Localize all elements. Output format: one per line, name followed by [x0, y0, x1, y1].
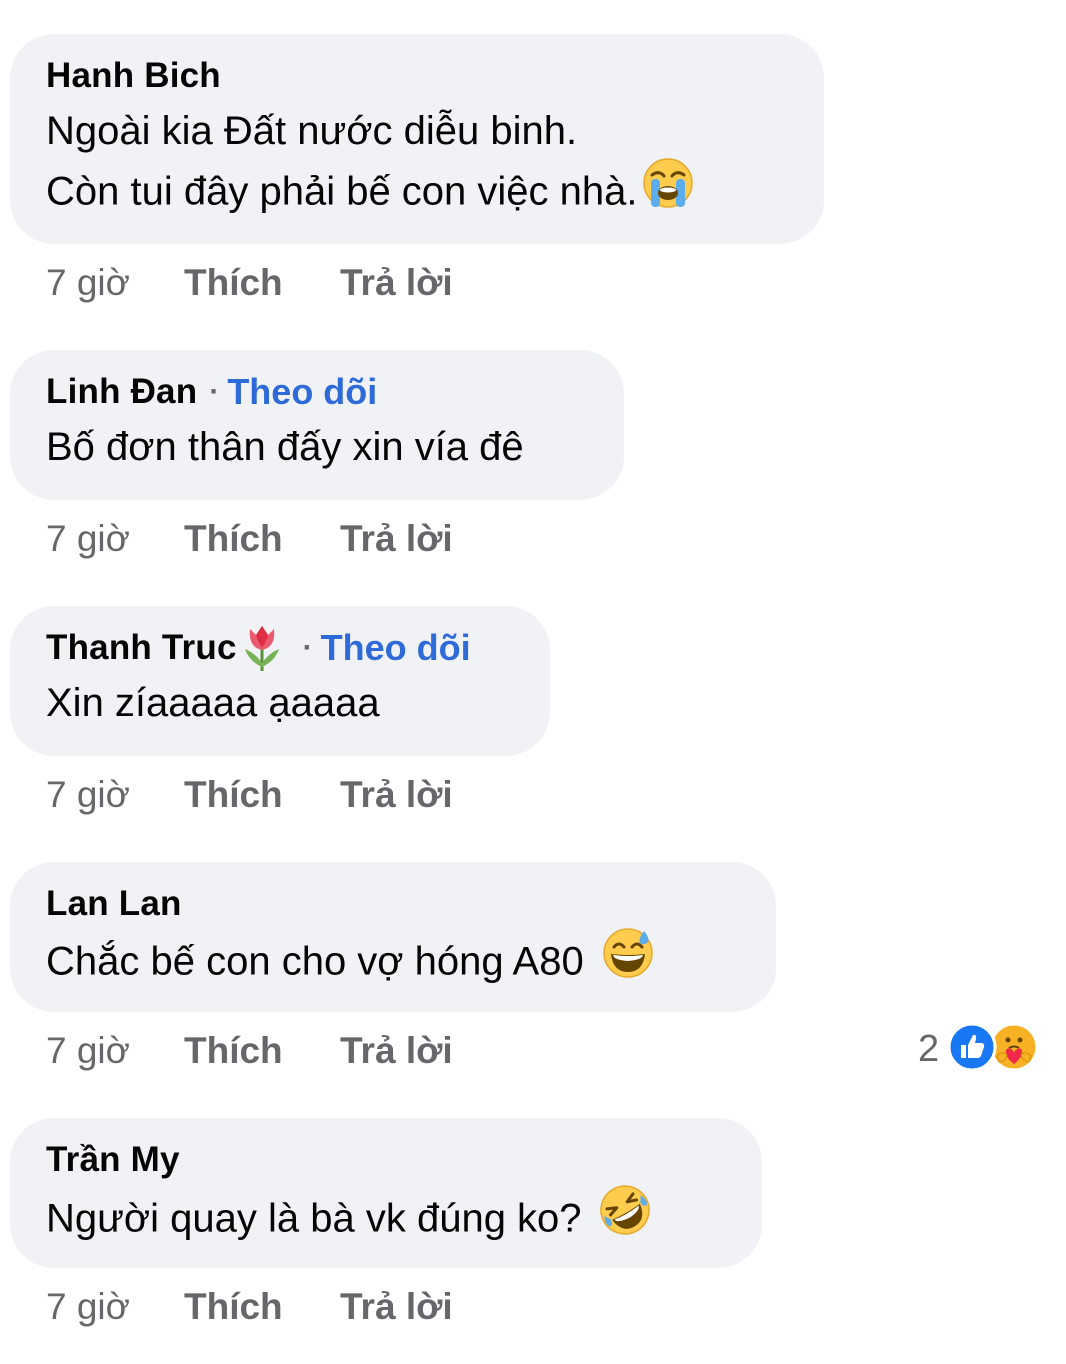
comment-author[interactable]: Linh Đan: [46, 372, 197, 412]
reply-button[interactable]: Trả lời: [340, 1286, 453, 1328]
comment-author[interactable]: Lan Lan: [46, 884, 182, 924]
comment-bubble[interactable]: Trần My Người quay là bà vk đúng ko?: [10, 1118, 762, 1268]
comment: Linh Đan · Theo dõi Bố đơn thân đấy xin …: [10, 350, 624, 559]
comment: Hanh Bich Ngoài kia Đất nước diễu binh. …: [10, 34, 824, 303]
comment-text: Người quay là bà vk đúng ko?: [46, 1183, 724, 1256]
comment-text-line: Còn tui đây phải bế con việc nhà.: [46, 157, 786, 228]
follow-button[interactable]: Theo dõi: [321, 627, 471, 669]
comment-text-line: Xin zíaaaaa ạaaaa: [46, 681, 380, 725]
comment-text-line-content: Chắc bế con cho vợ hóng A80: [46, 939, 584, 984]
like-button[interactable]: Thích: [184, 1030, 340, 1072]
reply-button[interactable]: Trả lời: [340, 262, 453, 304]
comment-actions: 7 giờ Thích Trả lời: [46, 1286, 453, 1328]
separator-dot: ·: [209, 375, 220, 408]
comment-time[interactable]: 7 giờ: [46, 1030, 184, 1072]
comment-text-line: Người quay là bà vk đúng ko?: [46, 1183, 724, 1256]
reply-button[interactable]: Trả lời: [340, 774, 453, 816]
follow-button[interactable]: Theo dõi: [227, 371, 377, 413]
comment-actions: 7 giờ Thích Trả lời: [46, 1030, 453, 1072]
comment-bubble[interactable]: Thanh Truc · Theo dõi Xin zíaaaaa ạaaaa: [10, 606, 550, 756]
grinning-sweat-face-icon: [602, 927, 654, 995]
comment-actions: 7 giờ Thích Trả lời: [46, 774, 453, 816]
like-reaction-icon: [947, 1022, 997, 1077]
reply-button[interactable]: Trả lời: [340, 518, 453, 560]
comment-author[interactable]: Trần My: [46, 1140, 180, 1180]
comment-text-line: Chắc bế con cho vợ hóng A80: [46, 927, 738, 998]
comment: Trần My Người quay là bà vk đúng ko? 7 g…: [10, 1118, 762, 1327]
comment-author[interactable]: Hanh Bich: [46, 56, 221, 96]
comment-time[interactable]: 7 giờ: [46, 262, 184, 304]
comment-text: Bố đơn thân đấy xin vía đê: [46, 418, 586, 476]
comment-text: Chắc bế con cho vợ hóng A80: [46, 927, 738, 998]
comment-bubble[interactable]: Lan Lan Chắc bế con cho vợ hóng A80: [10, 862, 776, 1012]
comment-actions: 7 giờ Thích Trả lời: [46, 518, 453, 560]
reaction-summary[interactable]: 2: [918, 1022, 1039, 1077]
tulip-icon: [239, 623, 285, 678]
like-button[interactable]: Thích: [184, 518, 340, 560]
comment-bubble[interactable]: Linh Đan · Theo dõi Bố đơn thân đấy xin …: [10, 350, 624, 500]
rolling-laughing-face-icon: [598, 1183, 652, 1253]
comment-text-line: Ngoài kia Đất nước diễu binh.: [46, 109, 578, 153]
comment-text-line-content: Còn tui đây phải bế con việc nhà.: [46, 169, 638, 214]
comment: Lan Lan Chắc bế con cho vợ hóng A80 7 gi…: [10, 862, 776, 1071]
separator-dot: ·: [302, 631, 313, 664]
comment-bubble[interactable]: Hanh Bich Ngoài kia Đất nước diễu binh. …: [10, 34, 824, 244]
comment-time[interactable]: 7 giờ: [46, 518, 184, 560]
comment: Thanh Truc · Theo dõi Xin zíaaaaa ạaaaa …: [10, 606, 550, 815]
comment-text-line-content: Người quay là bà vk đúng ko?: [46, 1196, 582, 1241]
reply-button[interactable]: Trả lời: [340, 1030, 453, 1072]
comment-time[interactable]: 7 giờ: [46, 774, 184, 816]
comment-text-line: Bố đơn thân đấy xin vía đê: [46, 425, 524, 469]
comment-text: Xin zíaaaaa ạaaaa: [46, 674, 512, 732]
comment-text: Ngoài kia Đất nước diễu binh. Còn tui đâ…: [46, 102, 786, 228]
like-button[interactable]: Thích: [184, 774, 340, 816]
loudly-crying-face-icon: [642, 157, 694, 225]
reaction-count: 2: [918, 1027, 940, 1070]
comment-actions: 7 giờ Thích Trả lời: [46, 262, 453, 304]
comment-time[interactable]: 7 giờ: [46, 1286, 184, 1328]
like-button[interactable]: Thích: [184, 1286, 340, 1328]
like-button[interactable]: Thích: [184, 262, 340, 304]
comment-author[interactable]: Thanh Truc: [46, 628, 237, 668]
